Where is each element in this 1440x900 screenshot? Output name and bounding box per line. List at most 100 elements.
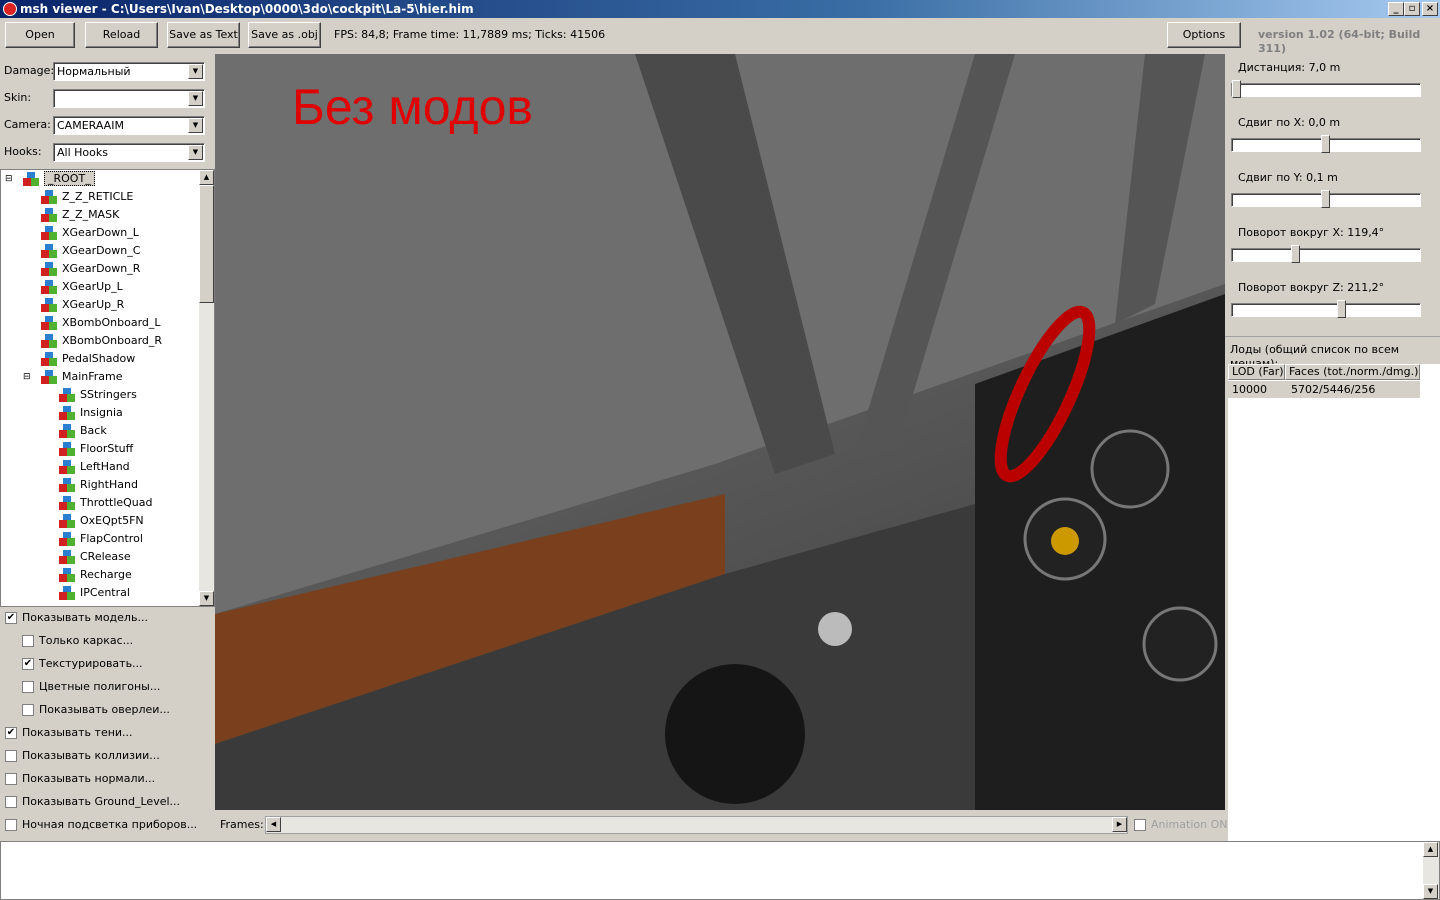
tree-node[interactable]: FlapControl [59,530,143,548]
minimize-button[interactable]: _ [1388,2,1404,16]
frames-scrollbar[interactable]: ◀ ▶ [265,816,1128,834]
scroll-down-button[interactable]: ▼ [1423,884,1438,899]
mesh-icon [41,316,57,330]
tree-node[interactable]: IPCentral [59,584,130,602]
option-checkbox[interactable]: Показывать оверлеи... [22,703,170,719]
option-checkbox[interactable]: Только каркас... [22,634,133,650]
tree-node[interactable]: Back [59,422,107,440]
chevron-down-icon[interactable]: ▼ [188,91,203,106]
tree-scrollbar[interactable]: ▲ ▼ [199,170,214,606]
close-button[interactable]: × [1422,2,1438,16]
tree-node[interactable]: PedalShadow [41,350,135,368]
collapse-icon[interactable]: ⊟ [23,368,31,386]
checkbox-box[interactable] [22,635,34,647]
animation-checkbox[interactable]: Animation ON [1134,818,1227,834]
frames-left-button[interactable]: ◀ [266,817,281,832]
frames-right-button[interactable]: ▶ [1112,817,1127,832]
tree-node[interactable]: XGearDown_L [41,224,139,242]
slider[interactable] [1231,80,1421,98]
tree-node-label: Z_Z_MASK [62,208,120,221]
column-header-faces[interactable]: Faces (tot./norm./dmg.) [1285,364,1420,380]
scroll-down-button[interactable]: ▼ [199,591,214,606]
checkbox-box[interactable] [5,773,17,785]
option-checkbox[interactable]: Показывать Ground_Level... [5,795,180,811]
table-row[interactable]: 10000 5702/5446/256 [1228,381,1420,398]
tree-node[interactable]: FloorStuff [59,440,133,458]
slider-thumb[interactable] [1232,80,1241,98]
log-scrollbar[interactable]: ▲ ▼ [1423,842,1439,899]
combo-select[interactable]: All Hooks ▼ [53,143,205,162]
combo-select[interactable]: ▼ [53,89,205,108]
open-button[interactable]: Open [5,22,75,48]
checkmark-icon[interactable]: ✔ [5,727,17,739]
tree-node-label: SStringers [80,388,137,401]
chevron-down-icon[interactable]: ▼ [188,118,203,133]
tree-node-label: FloorStuff [80,442,134,455]
checkbox-box[interactable] [5,750,17,762]
slider-thumb[interactable] [1337,300,1347,318]
tree-node[interactable]: XGearUp_L [41,278,123,296]
option-checkbox[interactable]: ✔ Текстурировать... [22,657,143,673]
tree-node[interactable]: LeftHand [59,458,130,476]
checkbox-box[interactable] [22,704,34,716]
overlay-text: Без модов [292,79,533,135]
save-as-obj-button[interactable]: Save as .obj [248,22,321,48]
checkbox-box[interactable] [5,819,17,831]
slider[interactable] [1231,245,1421,263]
options-button[interactable]: Options [1167,22,1241,48]
tree-node[interactable]: ThrottleQuad [59,494,153,512]
tree-node[interactable]: XBombOnboard_R [41,332,162,350]
tree-node[interactable]: XGearDown_C [41,242,140,260]
tree-node[interactable]: Z_Z_RETICLE [41,188,133,206]
checkmark-icon[interactable]: ✔ [22,658,34,670]
slider-thumb[interactable] [1290,245,1300,263]
scroll-up-button[interactable]: ▲ [199,170,214,185]
slider[interactable] [1231,135,1421,153]
combo-select[interactable]: Нормальный ▼ [53,62,205,81]
combo-select[interactable]: CAMERAAIM ▼ [53,116,205,135]
tree-node[interactable]: CRelease [59,548,131,566]
tree-node[interactable]: XGearDown_R [41,260,140,278]
tree-node[interactable]: XBombOnboard_L [41,314,161,332]
option-checkbox[interactable]: ✔ Показывать тени... [5,726,133,742]
tree-node[interactable]: Z_Z_MASK [41,206,119,224]
reload-button[interactable]: Reload [85,22,158,48]
checkmark-icon[interactable]: ✔ [5,612,17,624]
chevron-down-icon[interactable]: ▼ [188,145,203,160]
option-checkbox[interactable]: Показывать коллизии... [5,749,160,765]
tree-node[interactable]: Insignia [59,404,123,422]
lods-table[interactable]: LOD (Far) Faces (tot./norm./dmg.) 10000 … [1228,364,1440,900]
collapse-icon[interactable]: ⊟ [5,170,13,188]
slider[interactable] [1231,300,1421,318]
checkbox-box[interactable] [1134,819,1146,831]
scroll-up-button[interactable]: ▲ [1423,842,1438,857]
column-header-lod[interactable]: LOD (Far) [1228,364,1285,380]
tree-node[interactable]: Recharge [59,566,132,584]
slider-thumb[interactable] [1321,190,1330,208]
frames-label: Frames: [220,818,264,831]
3d-viewport[interactable]: Без модов [215,54,1225,810]
tree-node[interactable]: SStringers [59,386,137,404]
chevron-down-icon[interactable]: ▼ [188,64,203,79]
option-checkbox[interactable]: ✔ Показывать модель... [5,611,148,627]
slider[interactable] [1231,190,1421,208]
tree-node-label: ThrottleQuad [80,496,153,509]
option-checkbox[interactable]: Ночная подсветка приборов... [5,818,197,834]
tree-node[interactable]: RightHand [59,476,138,494]
option-checkbox[interactable]: Показывать нормали... [5,772,155,788]
hierarchy-tree[interactable]: ▲ ▼ ⊟ _ROOT_ Z_Z_RETICLE Z_Z_MASK XGearDown_… [0,169,215,607]
restore-button[interactable]: ▫ [1404,2,1420,16]
log-textarea[interactable]: ▲ ▼ [0,841,1440,900]
tree-node-root[interactable]: _ROOT_ [23,170,95,188]
save-as-text-button[interactable]: Save as Text [167,22,240,48]
scroll-thumb[interactable] [199,185,214,303]
checkbox-box[interactable] [22,681,34,693]
tree-node[interactable]: MainFrame [41,368,123,386]
tree-node[interactable]: OxEQpt5FN [59,512,144,530]
slider-thumb[interactable] [1321,135,1330,153]
checkbox-box[interactable] [5,796,17,808]
tree-node[interactable]: XGearUp_R [41,296,124,314]
mesh-icon [59,478,75,492]
option-checkbox[interactable]: Цветные полигоны... [22,680,160,696]
mesh-icon [59,442,75,456]
